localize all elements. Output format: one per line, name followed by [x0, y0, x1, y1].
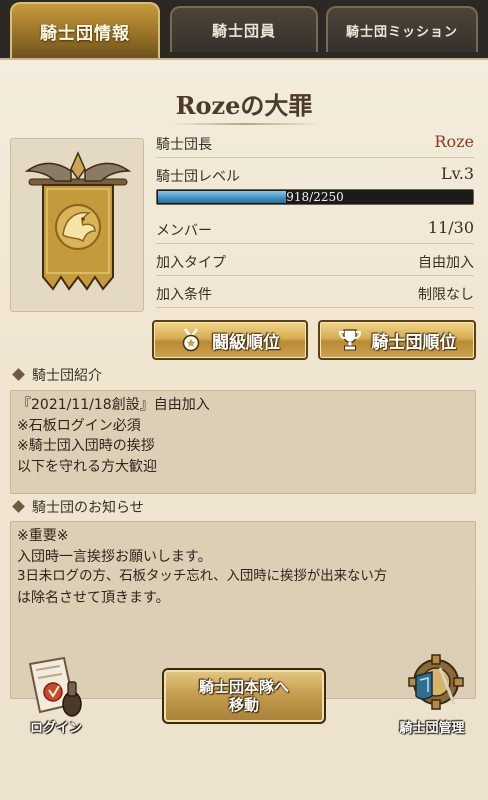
medal-icon	[180, 328, 202, 352]
notice-line: ※重要※	[17, 528, 69, 544]
move-label-line2: 移動	[228, 696, 259, 714]
leader-label: 騎士団長	[156, 137, 212, 153]
notice-line: 3日未ログの方、石板タッチ忘れ、入団時に挨拶が出来ない方	[17, 569, 388, 584]
title-divider	[170, 123, 320, 125]
xp-progress-text: 918/2250	[286, 190, 344, 204]
divider	[156, 157, 474, 158]
trophy-icon	[338, 329, 362, 351]
guild-rank-button[interactable]: 騎士団順位	[318, 320, 476, 360]
tab-guild-members[interactable]: 騎士団員	[170, 6, 318, 52]
notice-line: 入団時一言挨拶お願いします。	[17, 548, 212, 565]
tab-guild-info[interactable]: 騎士団情報	[10, 2, 160, 58]
join-type-row: 加入タイプ 自由加入	[156, 248, 474, 274]
notice-heading: 騎士団のお知らせ	[32, 500, 144, 516]
xp-progress-bar: 918/2250	[156, 189, 474, 205]
intro-text-box: 『2021/11/18創設』自由加入 ※石板ログイン必須 ※騎士団入団時の挨拶 …	[10, 390, 476, 494]
join-condition-label: 加入条件	[156, 287, 212, 303]
members-row: メンバー 11/30	[156, 216, 474, 242]
guild-rank-label: 騎士団順位	[371, 332, 457, 353]
guild-manage-button[interactable]: 騎士団管理	[392, 652, 472, 738]
intro-line: ※騎士団入団時の挨拶	[17, 438, 155, 454]
arena-rank-label: 闘級順位	[212, 332, 280, 353]
divider	[156, 275, 474, 276]
join-condition-value: 制限なし	[418, 287, 474, 303]
griffin-banner-icon	[24, 151, 132, 291]
move-label-line1: 騎士団本隊へ	[198, 678, 289, 696]
intro-line: ※石板ログイン必須	[17, 417, 141, 434]
divider	[156, 243, 474, 244]
guild-name: Rozeの大罪	[175, 91, 313, 120]
intro-line: 以下を守れる方大歓迎	[17, 458, 157, 475]
members-label: メンバー	[156, 223, 212, 239]
leader-row: 騎士団長 Roze	[156, 130, 474, 156]
join-condition-row: 加入条件 制限なし	[156, 280, 474, 306]
tab-guild-missions[interactable]: 騎士団ミッション	[326, 6, 478, 52]
guild-manage-label: 騎士団管理	[399, 721, 465, 736]
diamond-bullet-icon	[12, 368, 25, 381]
level-row: 騎士団レベル Lv.3	[156, 162, 474, 188]
login-button[interactable]: ログイン	[16, 652, 96, 738]
scroll-stamp-icon	[28, 656, 82, 717]
intro-line: 『2021/11/18創設』自由加入	[17, 397, 210, 413]
notice-line: は除名させて頂きます。	[17, 589, 170, 606]
divider	[156, 307, 474, 308]
members-value: 11/30	[427, 218, 474, 237]
arena-rank-button[interactable]: 闘級順位	[152, 320, 308, 360]
join-type-label: 加入タイプ	[156, 255, 226, 271]
intro-header: 騎士団紹介	[10, 364, 478, 386]
guild-emblem[interactable]	[10, 138, 144, 312]
level-value: Lv.3	[440, 164, 474, 183]
move-to-main-guild-button[interactable]: 騎士団本隊へ 移動	[162, 668, 326, 724]
diamond-bullet-icon	[12, 500, 25, 513]
level-label: 騎士団レベル	[156, 169, 240, 185]
leader-name[interactable]: Roze	[434, 132, 474, 151]
login-label: ログイン	[29, 721, 82, 736]
join-type-value: 自由加入	[418, 255, 474, 271]
tab-bar: 騎士団情報 騎士団員 騎士団ミッション	[0, 0, 488, 60]
intro-heading: 騎士団紹介	[32, 368, 102, 384]
notice-header: 騎士団のお知らせ	[10, 496, 478, 518]
gear-shield-icon	[408, 654, 464, 710]
